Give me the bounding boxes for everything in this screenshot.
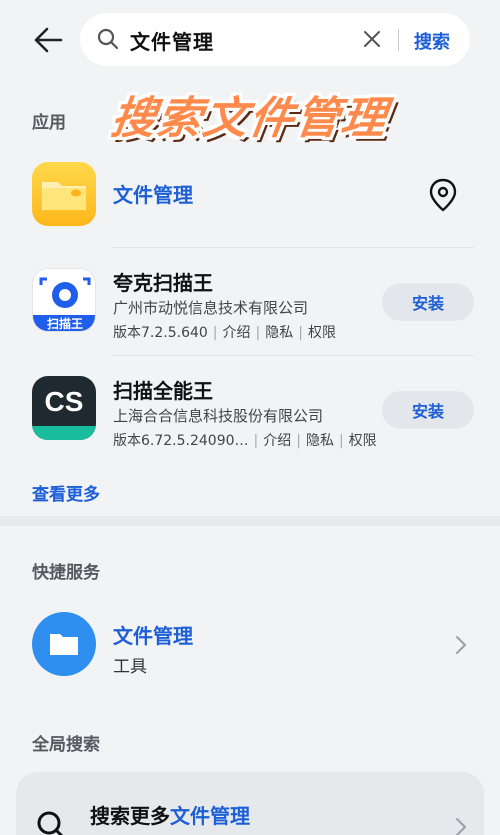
quick-service-file-manager[interactable]: 文件管理 工具 (0, 600, 500, 690)
global-search-prefix: 搜索更多 (90, 804, 170, 828)
app-version: 版本7.2.5.640 (113, 325, 208, 341)
app-meta: 版本6.72.5.24090… | 介绍 | 隐私 | 权限 (113, 430, 377, 450)
apps-section-label: 应用 (32, 113, 66, 133)
quick-service-name: 文件管理 (113, 624, 193, 648)
folder-app-icon (32, 162, 96, 226)
app-intro-link[interactable]: 介绍 (223, 325, 251, 341)
view-more-link[interactable]: 查看更多 (32, 480, 100, 505)
app-developer: 广州市动悦信息技术有限公司 (113, 299, 309, 317)
top-result-app[interactable]: 文件管理 (0, 150, 500, 240)
folder-icon (50, 634, 78, 655)
camscanner-icon-stripe (32, 426, 96, 440)
app-privacy-link[interactable]: 隐私 (265, 325, 293, 341)
back-button[interactable] (28, 22, 68, 58)
global-section-label: 全局搜索 (32, 735, 100, 755)
app-row-quark-scanner[interactable]: 扫描王 夸克扫描王 广州市动悦信息技术有限公司 版本7.2.5.640 | 介绍 | 隐… (0, 250, 500, 354)
global-search-keyword: 文件管理 (170, 804, 250, 828)
quick-service-category: 工具 (113, 657, 147, 677)
app-permissions-link[interactable]: 权限 (349, 433, 377, 449)
search-input[interactable]: 文件管理 搜索 (80, 13, 470, 66)
search-icon (37, 811, 64, 835)
camscanner-icon-label: CS (44, 386, 84, 417)
clear-icon[interactable] (362, 29, 382, 49)
global-search-text: 搜索更多文件管理 (90, 800, 250, 829)
folder-icon (42, 182, 86, 210)
search-query[interactable]: 文件管理 (130, 26, 214, 55)
row-divider (112, 247, 474, 248)
search-icon (97, 28, 119, 50)
meta-separator: | (212, 325, 218, 341)
quark-icon-label: 扫描王 (46, 317, 83, 331)
app-privacy-link[interactable]: 隐私 (306, 433, 334, 449)
app-developer: 上海合合信息科技股份有限公司 (113, 407, 324, 425)
chevron-right-icon (456, 818, 466, 835)
app-meta: 版本7.2.5.640 | 介绍 | 隐私 | 权限 (113, 322, 336, 342)
app-permissions-link[interactable]: 权限 (308, 325, 336, 341)
quick-section-label: 快捷服务 (32, 563, 100, 583)
install-button[interactable]: 安装 (382, 391, 474, 429)
search-divider (398, 29, 399, 51)
app-name: 扫描全能王 (113, 379, 213, 403)
meta-separator: | (296, 433, 301, 449)
app-name: 夸克扫描王 (113, 271, 213, 295)
install-button[interactable]: 安装 (382, 283, 474, 321)
app-intro-link[interactable]: 介绍 (263, 433, 291, 449)
meta-separator: | (253, 433, 259, 449)
meta-separator: | (338, 433, 344, 449)
overlay-title: 搜索文件管理 (107, 93, 391, 144)
file-manager-service-icon (32, 612, 96, 676)
search-button[interactable]: 搜索 (414, 28, 450, 54)
location-pin-icon[interactable] (428, 178, 458, 212)
app-version: 版本6.72.5.24090… (113, 433, 249, 449)
meta-separator: | (255, 325, 261, 341)
quark-scanner-icon: 扫描王 (32, 268, 96, 332)
camscanner-icon: CS (32, 376, 96, 440)
global-search-card[interactable]: 搜索更多文件管理 (16, 772, 484, 835)
row-divider (112, 355, 474, 356)
top-bar: 文件管理 搜索 (0, 0, 500, 78)
app-row-camscanner[interactable]: CS 扫描全能王 上海合合信息科技股份有限公司 版本6.72.5.24090… |… (0, 358, 500, 462)
chevron-right-icon (456, 636, 466, 654)
meta-separator: | (298, 325, 303, 341)
top-result-name: 文件管理 (113, 183, 193, 207)
section-divider (0, 516, 500, 526)
back-arrow-icon (34, 27, 63, 53)
